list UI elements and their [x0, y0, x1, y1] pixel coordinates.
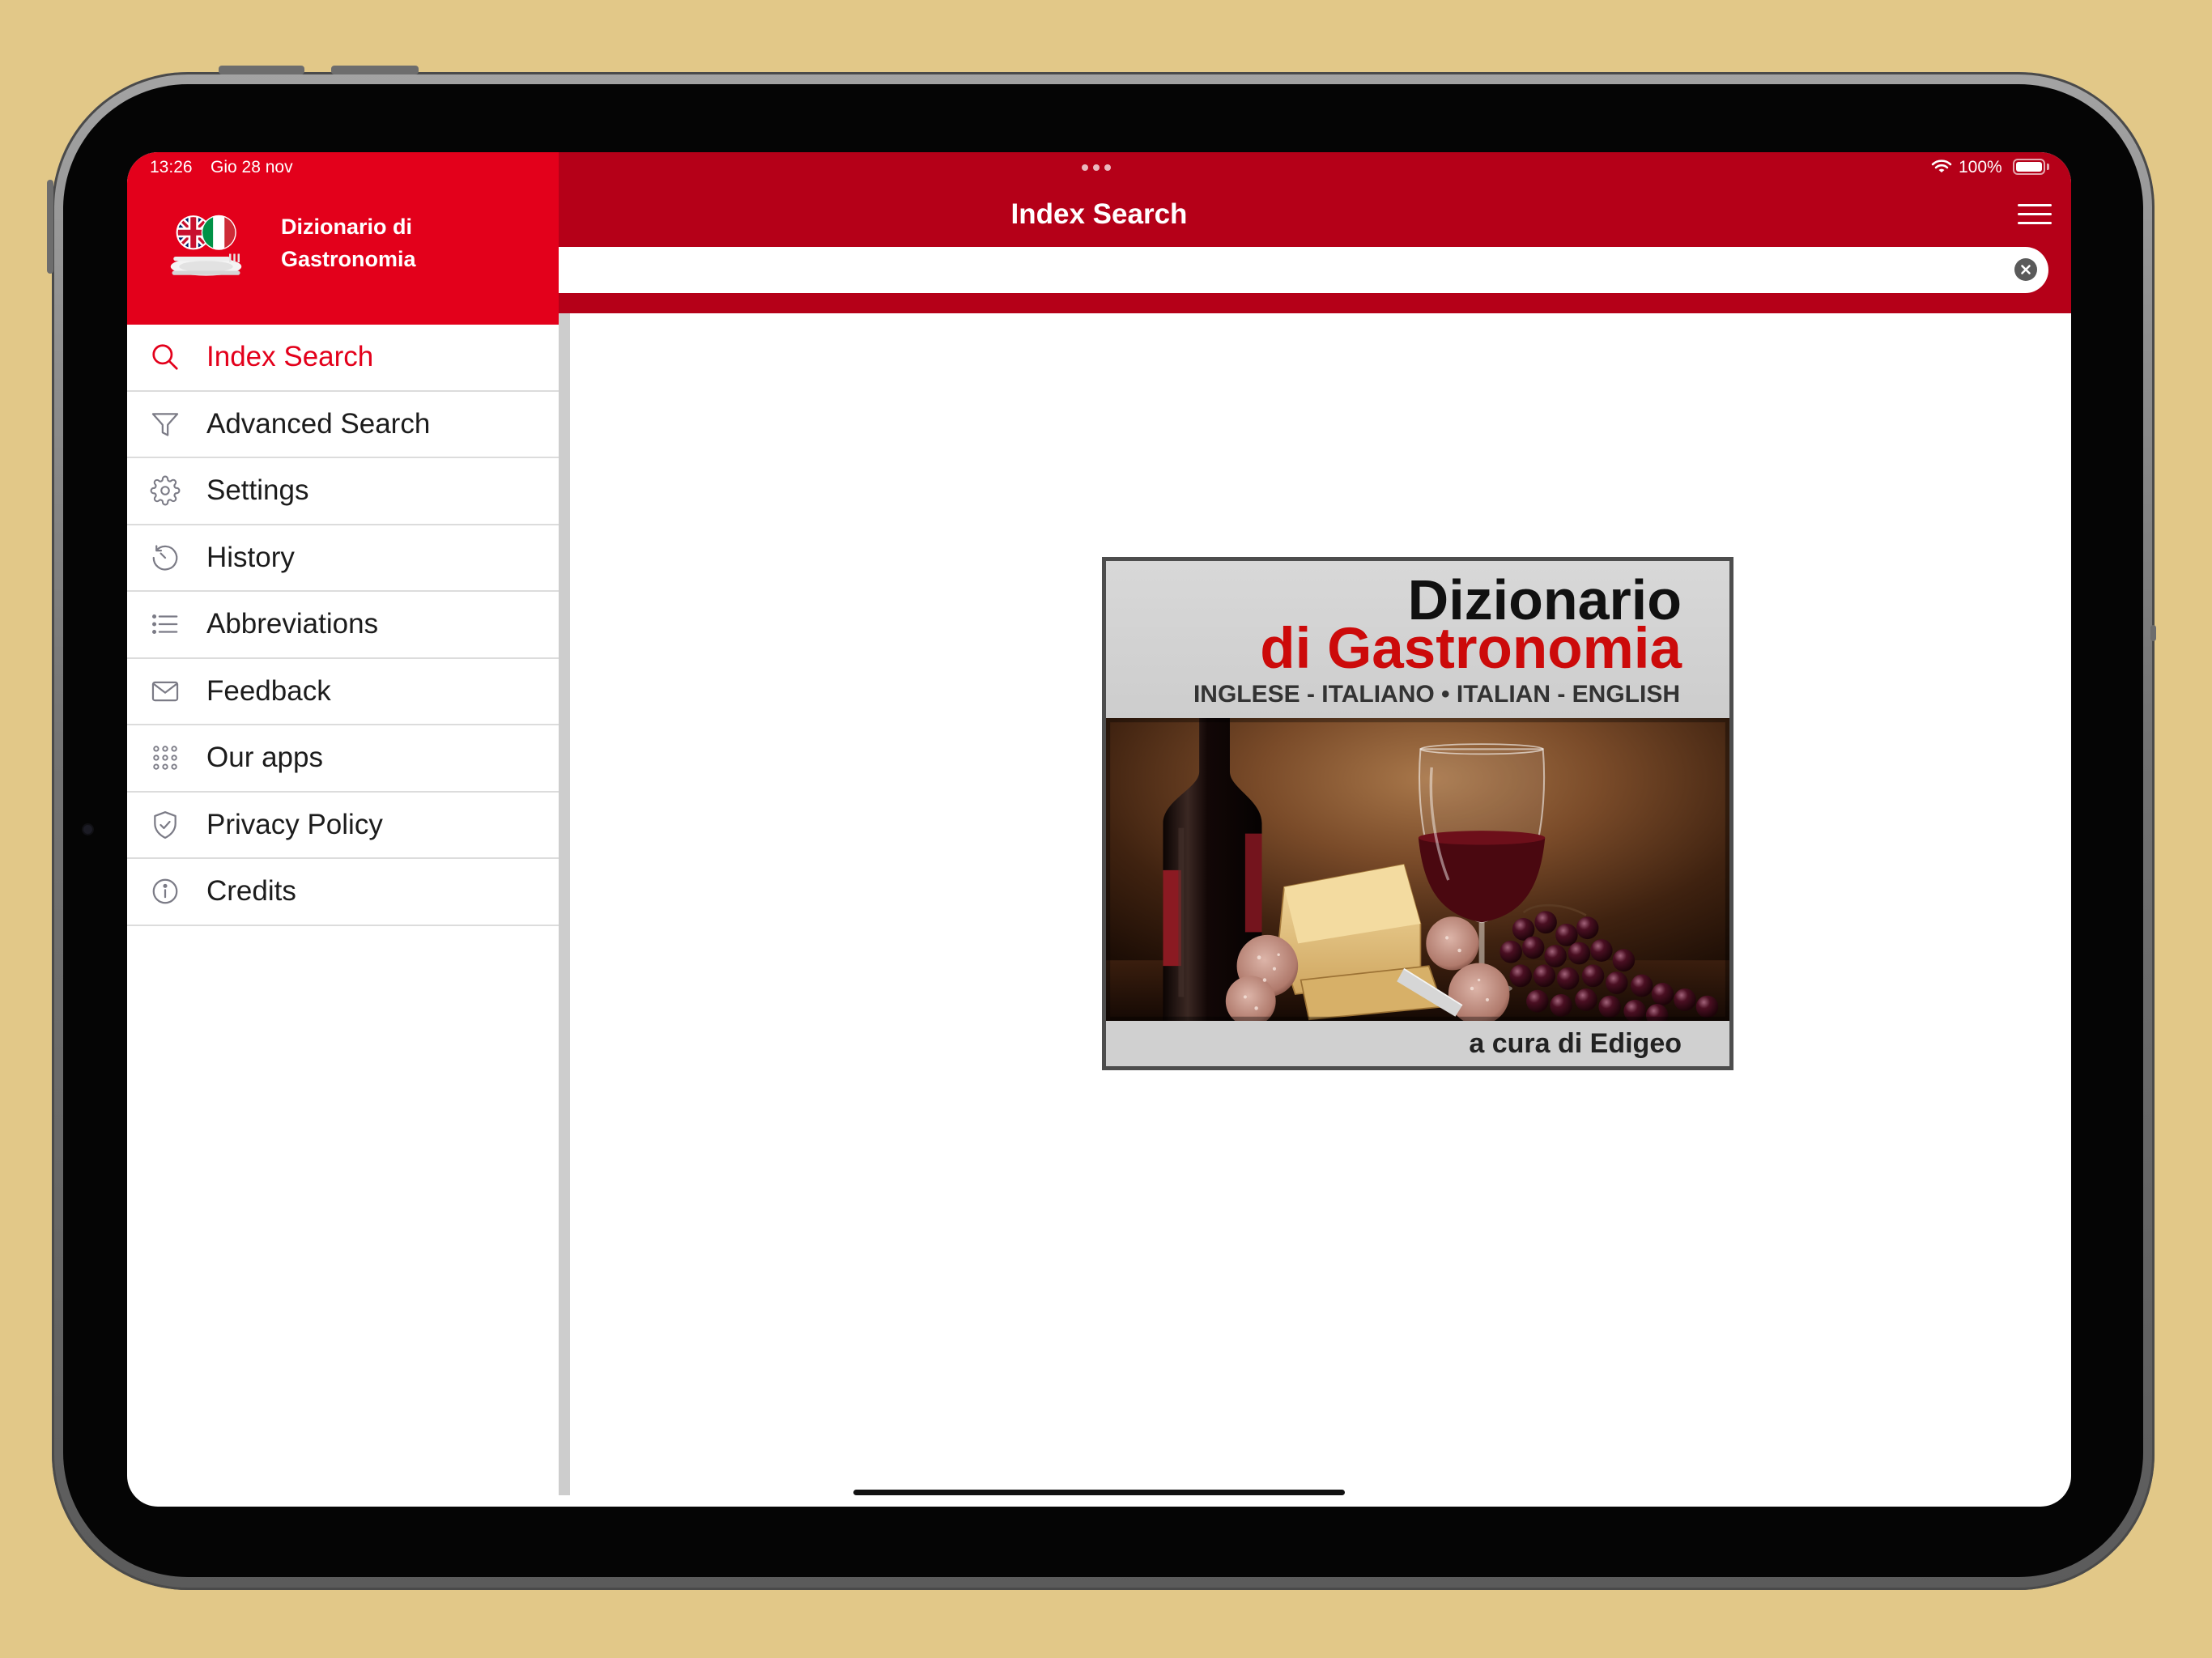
sidebar-item-feedback[interactable]: Feedback [127, 659, 559, 725]
sidebar-item-abbreviations[interactable]: Abbreviations [127, 592, 559, 659]
search-bar [559, 247, 2048, 293]
shield-check-icon [150, 810, 181, 840]
sidebar-item-label: Our apps [206, 742, 323, 773]
multitasking-dots[interactable] [1082, 164, 1114, 171]
filter-icon [150, 409, 181, 440]
battery-nub [2047, 164, 2049, 170]
sidebar-item-privacy-policy[interactable]: Privacy Policy [127, 793, 559, 859]
search-icon [150, 342, 181, 372]
sidebar-item-label: History [206, 541, 295, 573]
page-title: Index Search [1010, 198, 1188, 230]
gear-icon [150, 475, 181, 506]
cover-subtitle: di Gastronomia [1260, 617, 1682, 681]
sidebar-item-our-apps[interactable]: Our apps [127, 725, 559, 793]
sidebar-menu: Index Search Advanced Search Settings Hi… [127, 325, 559, 926]
battery-percentage: 100% [1959, 158, 2002, 176]
search-input[interactable] [559, 247, 1992, 293]
sidebar-item-label: Settings [206, 474, 309, 506]
app-name-line2: Gastronomia [281, 247, 416, 271]
list-icon [150, 609, 181, 640]
sidebar-item-label: Advanced Search [206, 407, 431, 440]
hamburger-icon[interactable] [2018, 204, 2052, 225]
history-icon [150, 542, 181, 573]
status-time: 13:26 [150, 158, 193, 176]
top-button-2 [331, 66, 419, 74]
plate-cutlery-icon [170, 253, 242, 276]
cover-photo [1106, 718, 1729, 1021]
home-indicator [853, 1490, 1345, 1495]
sidebar-item-label: Feedback [206, 674, 331, 707]
split-view-divider[interactable] [559, 313, 570, 1495]
sidebar-item-index-search[interactable]: Index Search [127, 325, 559, 392]
sidebar-item-label: Index Search [206, 341, 374, 372]
side-button [47, 180, 53, 274]
cover-credit: a cura di Edigeo [1469, 1028, 1682, 1059]
front-camera [83, 825, 92, 834]
sidebar-item-history[interactable]: History [127, 525, 559, 592]
grid-icon [150, 742, 181, 773]
envelope-icon [150, 676, 181, 707]
status-date: Gio 28 nov [211, 158, 293, 176]
screen: 13:26 Gio 28 nov 100% Dizionario di Gast… [127, 152, 2071, 1507]
cover-credit-band: a cura di Edigeo [1106, 1021, 1729, 1066]
sidebar-item-advanced-search[interactable]: Advanced Search [127, 392, 559, 458]
side-mark [2150, 625, 2156, 641]
clear-circle-icon[interactable] [2014, 258, 2037, 281]
sidebar-item-credits[interactable]: Credits [127, 859, 559, 926]
cover-title-band: Dizionario di Gastronomia INGLESE - ITAL… [1106, 561, 1729, 718]
sidebar-item-label: Abbreviations [206, 608, 379, 640]
sidebar-item-label: Credits [206, 875, 296, 907]
battery-icon [2013, 159, 2045, 175]
sidebar-item-label: Privacy Policy [206, 808, 383, 840]
info-icon [150, 876, 181, 907]
sidebar-item-settings[interactable]: Settings [127, 458, 559, 525]
top-button-1 [219, 66, 304, 74]
wifi-icon [1931, 159, 1952, 175]
cover-languages: INGLESE - ITALIANO • ITALIAN - ENGLISH [1193, 681, 1680, 708]
dictionary-cover-image: Dizionario di Gastronomia INGLESE - ITAL… [1102, 557, 1733, 1070]
